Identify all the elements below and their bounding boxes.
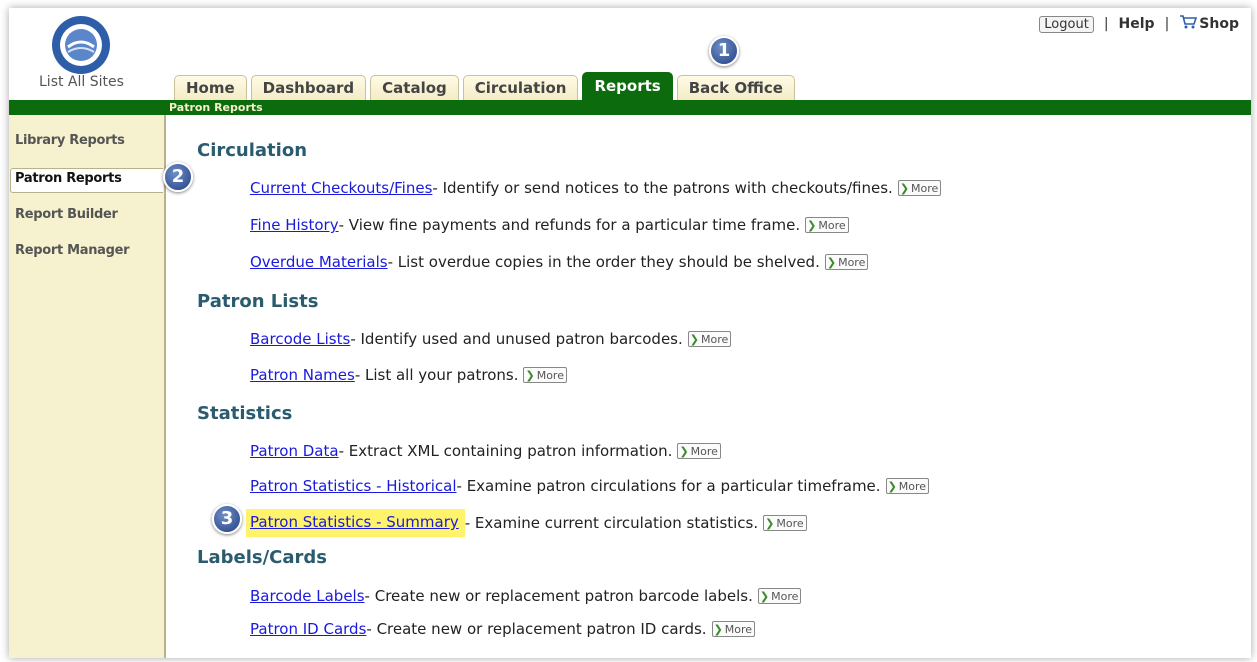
more-button[interactable]: ❯ More	[687, 331, 732, 347]
report-row: Patron Statistics - Summary - Examine cu…	[246, 509, 807, 537]
more-button[interactable]: ❯ More	[824, 254, 869, 270]
more-button[interactable]: ❯ More	[523, 367, 567, 383]
chevron-down-icon: ❯	[765, 516, 775, 530]
logout-button[interactable]: Logout	[1039, 15, 1094, 33]
report-link-current-checkouts[interactable]: Current Checkouts/Fines	[250, 179, 432, 197]
separator: |	[1164, 16, 1170, 32]
section-title-labels-cards: Labels/Cards	[197, 547, 327, 568]
report-description: - Create new or replacement patron barco…	[364, 587, 753, 605]
tab-dashboard[interactable]: Dashboard	[250, 75, 367, 100]
tab-reports[interactable]: Reports	[582, 72, 673, 100]
more-label: More	[911, 181, 939, 195]
more-label: More	[838, 255, 866, 269]
report-description: - List all your patrons.	[354, 366, 519, 384]
report-link-barcode-lists[interactable]: Barcode Lists	[250, 330, 350, 348]
callout-badge-1: 1	[709, 36, 739, 66]
report-link-patron-names[interactable]: Patron Names	[250, 366, 355, 384]
sidebar: Library Reports Patron Reports Report Bu…	[9, 115, 166, 658]
more-label: More	[724, 622, 753, 636]
report-link-barcode-labels[interactable]: Barcode Labels	[250, 587, 365, 605]
district-logo[interactable]	[50, 14, 112, 76]
more-label: More	[700, 332, 729, 346]
cart-icon	[1179, 14, 1198, 34]
chevron-down-icon: ❯	[826, 255, 837, 269]
tab-back-office[interactable]: Back Office	[676, 75, 795, 100]
sub-navigation-bar: Patron Reports	[9, 100, 1251, 115]
report-description: - Create new or replacement patron ID ca…	[366, 620, 707, 638]
tab-home[interactable]: Home	[174, 75, 247, 100]
tab-circulation[interactable]: Circulation	[462, 75, 579, 100]
more-label: More	[690, 444, 718, 458]
report-description: - Extract XML containing patron informat…	[338, 442, 673, 460]
chevron-down-icon: ❯	[899, 181, 910, 195]
help-link[interactable]: Help	[1119, 16, 1155, 32]
main-nav-tabs: Home Dashboard Catalog Circulation Repor…	[174, 70, 799, 100]
highlighted-report: Patron Statistics - Summary	[246, 509, 465, 537]
report-description: - List overdue copies in the order they …	[387, 253, 820, 271]
section-title-circulation: Circulation	[197, 140, 308, 161]
report-description: - Examine current circulation statistics…	[464, 514, 759, 532]
more-button[interactable]: ❯ More	[805, 217, 849, 233]
more-label: More	[771, 589, 799, 603]
tab-catalog[interactable]: Catalog	[370, 75, 459, 100]
report-link-patron-data[interactable]: Patron Data	[250, 442, 339, 460]
separator: |	[1103, 16, 1109, 32]
report-description: - Examine patron circulations for a part…	[456, 477, 881, 495]
chevron-down-icon: ❯	[807, 218, 817, 232]
more-label: More	[776, 516, 804, 530]
more-label: More	[818, 218, 846, 232]
shop-link[interactable]: Shop	[1179, 14, 1239, 34]
top-links: Logout | Help | Shop	[1039, 14, 1239, 34]
report-link-fine-history[interactable]: Fine History	[250, 216, 339, 234]
report-link-patron-statistics-summary[interactable]: Patron Statistics - Summary	[250, 513, 459, 531]
report-row: Barcode Lists - Identify used and unused…	[250, 330, 732, 348]
more-button[interactable]: ❯ More	[677, 443, 721, 459]
sidebar-item-report-manager[interactable]: Report Manager	[15, 243, 130, 258]
callout-badge-2: 2	[163, 162, 193, 192]
section-title-statistics: Statistics	[197, 403, 293, 424]
more-button[interactable]: ❯ More	[763, 515, 807, 531]
more-button[interactable]: ❯ More	[897, 180, 942, 196]
section-title-patron-lists: Patron Lists	[197, 291, 319, 312]
report-row: Patron Statistics - Historical - Examine…	[250, 477, 930, 495]
header: List All Sites Logout | Help | Shop Home…	[9, 8, 1251, 100]
more-button[interactable]: ❯ More	[757, 588, 802, 604]
more-button[interactable]: ❯ More	[711, 621, 756, 637]
chevron-down-icon: ❯	[887, 479, 897, 493]
chevron-down-icon: ❯	[759, 589, 770, 603]
chevron-down-icon: ❯	[713, 622, 723, 636]
app-window: List All Sites Logout | Help | Shop Home…	[9, 8, 1251, 658]
more-label: More	[536, 368, 564, 382]
more-label: More	[898, 479, 927, 493]
report-row: Overdue Materials - List overdue copies …	[250, 253, 869, 271]
report-description: - View fine payments and refunds for a p…	[338, 216, 801, 234]
more-button[interactable]: ❯ More	[885, 478, 930, 494]
sidebar-item-library-reports[interactable]: Library Reports	[15, 133, 125, 148]
report-row: Patron Names - List all your patrons. ❯ M…	[250, 366, 567, 384]
report-row: Patron Data - Extract XML containing pat…	[250, 442, 721, 460]
sidebar-item-report-builder[interactable]: Report Builder	[15, 207, 118, 222]
report-row: Current Checkouts/Fines - Identify or se…	[250, 179, 942, 197]
report-row: Patron ID Cards - Create new or replacem…	[250, 620, 756, 638]
report-link-overdue-materials[interactable]: Overdue Materials	[250, 253, 388, 271]
report-link-patron-id-cards[interactable]: Patron ID Cards	[250, 620, 366, 638]
chevron-down-icon: ❯	[679, 444, 689, 458]
main-content: Circulation Current Checkouts/Fines - Id…	[166, 115, 1251, 658]
report-description: - Identify or send notices to the patron…	[432, 179, 893, 197]
callout-badge-3: 3	[212, 504, 242, 534]
report-row: Barcode Labels - Create new or replaceme…	[250, 587, 802, 605]
chevron-down-icon: ❯	[525, 368, 535, 382]
list-all-sites-link[interactable]: List All Sites	[39, 74, 124, 90]
report-description: - Identify used and unused patron barcod…	[350, 330, 683, 348]
sidebar-item-patron-reports[interactable]: Patron Reports	[15, 171, 122, 186]
chevron-down-icon: ❯	[689, 332, 699, 346]
report-link-patron-statistics-historical[interactable]: Patron Statistics - Historical	[250, 477, 457, 495]
report-row: Fine History - View fine payments and re…	[250, 216, 849, 234]
subheader-title: Patron Reports	[169, 101, 263, 114]
shop-label: Shop	[1199, 16, 1239, 32]
